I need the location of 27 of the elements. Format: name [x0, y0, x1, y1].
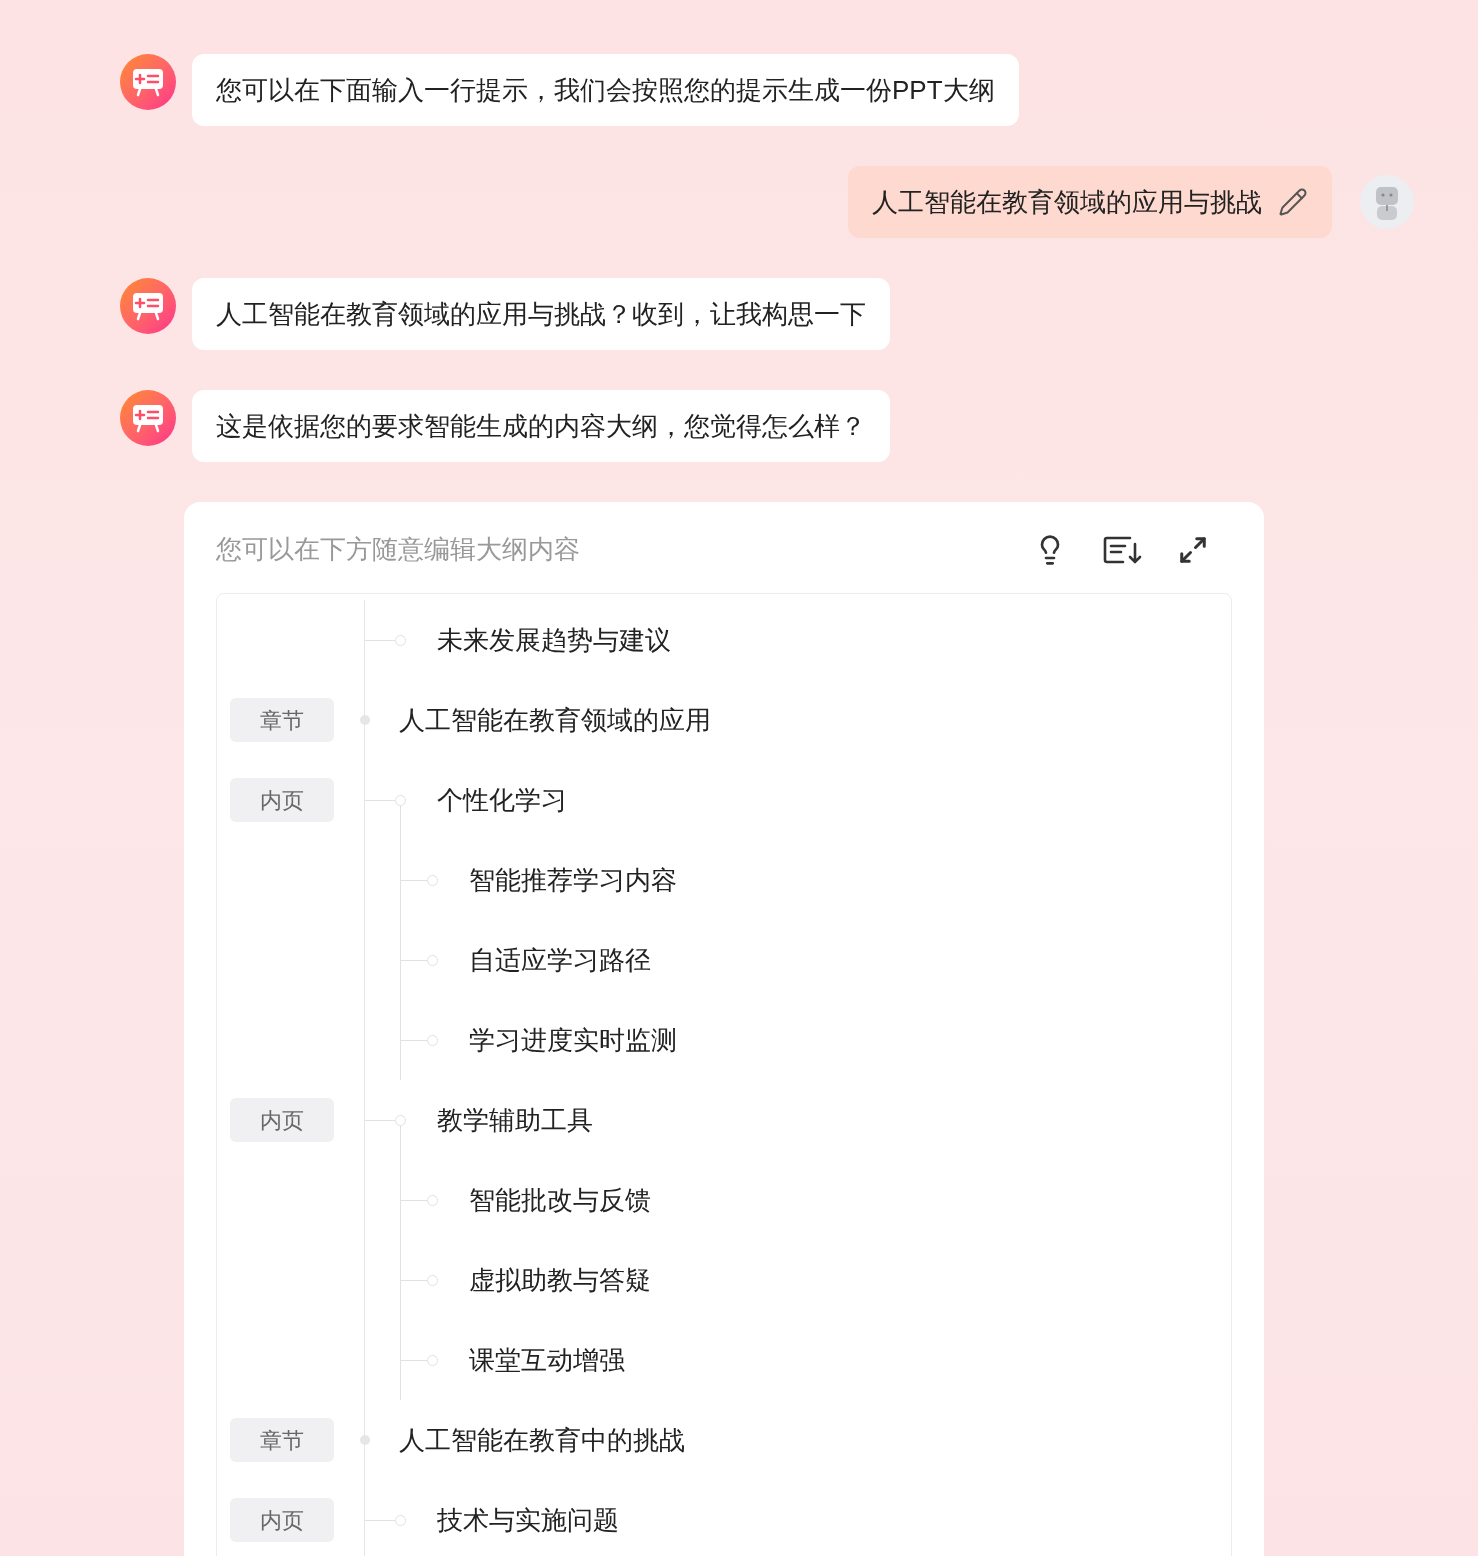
assistant-avatar: [120, 390, 176, 446]
expand-icon[interactable]: [1178, 534, 1208, 565]
assistant-message-text: 人工智能在教育领域的应用与挑战？收到，让我构思一下: [216, 297, 866, 331]
outline-level-tag: 内页: [229, 778, 334, 822]
outline-item-text[interactable]: 虚拟助教与答疑: [469, 1260, 651, 1300]
outline-level-tag: 章节: [229, 1418, 334, 1462]
outline-hint-text: 您可以在下方随意编辑大纲内容: [216, 533, 580, 566]
assistant-avatar: [120, 278, 176, 334]
edit-icon[interactable]: [1278, 187, 1308, 217]
outline-item-text[interactable]: 教学辅助工具: [437, 1100, 593, 1140]
assistant-avatar: [120, 54, 176, 110]
outline-item-text[interactable]: 人工智能在教育领域的应用: [399, 700, 711, 740]
outline-item-text[interactable]: 智能推荐学习内容: [469, 860, 677, 900]
user-message-text: 人工智能在教育领域的应用与挑战: [872, 185, 1262, 219]
outline-item-text[interactable]: 人工智能在教育中的挑战: [399, 1420, 685, 1460]
assistant-message-text: 这是依据您的要求智能生成的内容大纲，您觉得怎么样？: [216, 409, 866, 443]
outline-level-tag: 内页: [229, 1498, 334, 1542]
outline-item-text[interactable]: 课堂互动增强: [469, 1340, 625, 1380]
outline-level-tag: 内页: [229, 1098, 334, 1142]
outline-item-text[interactable]: 个性化学习: [437, 780, 567, 820]
outline-item-text[interactable]: 学习进度实时监测: [469, 1020, 677, 1060]
outline-item-text[interactable]: 自适应学习路径: [469, 940, 651, 980]
outline-item-text[interactable]: 智能批改与反馈: [469, 1180, 651, 1220]
outline-item-text[interactable]: 未来发展趋势与建议: [437, 620, 671, 660]
outline-level-tag: 章节: [229, 698, 334, 742]
outline-item-text[interactable]: 技术与实施问题: [437, 1500, 619, 1540]
assistant-message-text: 您可以在下面输入一行提示，我们会按照您的提示生成一份PPT大纲: [216, 73, 995, 107]
